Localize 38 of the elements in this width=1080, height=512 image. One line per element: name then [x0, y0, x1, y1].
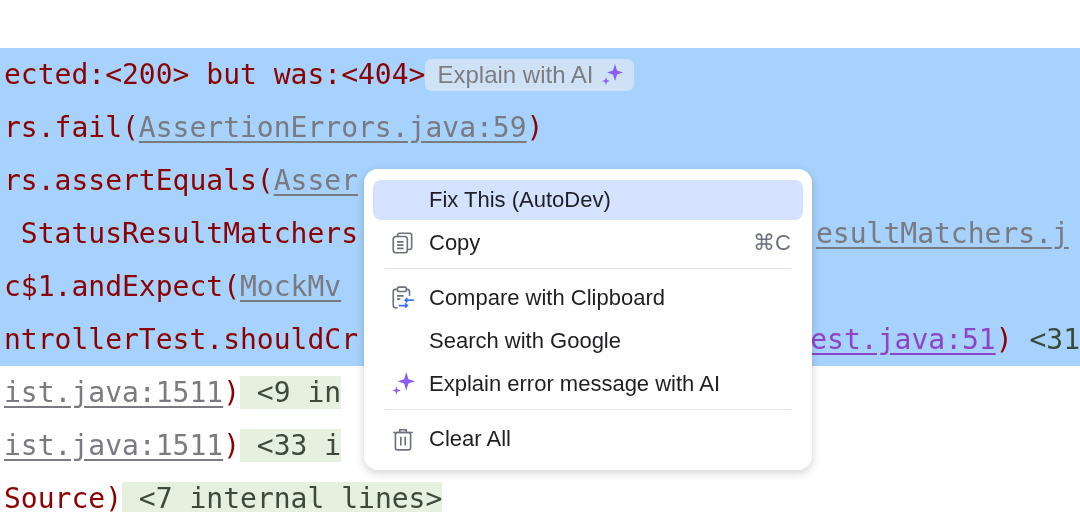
code-text: rs.assertEquals( — [4, 163, 274, 198]
file-link[interactable]: esultMatchers.j — [816, 216, 1069, 251]
folded-lines-label: <9 in — [240, 375, 342, 410]
sparkle-icon — [389, 371, 416, 397]
menu-item[interactable]: Compare with Clipboard — [373, 278, 803, 318]
explain-with-ai-button[interactable]: Explain with AI — [425, 58, 634, 91]
clipboard-compare-icon — [389, 285, 416, 311]
code-text: <31 — [1028, 322, 1080, 357]
menu-item-label: Fix This (AutoDev) — [429, 187, 612, 213]
menu-item[interactable]: Search with Google — [373, 321, 803, 361]
menu-item-label: Compare with Clipboard — [429, 285, 666, 311]
file-link[interactable]: MockMv — [240, 269, 342, 304]
code-text: ) — [223, 375, 240, 410]
code-text: ) — [526, 110, 544, 145]
code-text: c$1.andExpect( — [4, 269, 240, 304]
menu-item-label: Explain error message with AI — [429, 371, 722, 397]
folded-lines-label: <7 internal lines> — [122, 481, 443, 512]
file-link[interactable]: ist.java:1511 — [4, 375, 224, 410]
folded-lines-label: <33 i — [240, 428, 342, 463]
shortcut-label: ⌘C — [753, 230, 792, 256]
code-text: ) — [995, 322, 1013, 357]
menu-item[interactable]: Fix This (AutoDev) — [373, 180, 803, 220]
menu-item[interactable]: Clear All — [373, 419, 803, 459]
code-text: rs.fail( — [4, 110, 139, 145]
menu-item[interactable]: Copy ⌘C — [373, 223, 803, 263]
file-link[interactable]: ist.java:1511 — [4, 428, 224, 463]
code-text: ntrollerTest.shouldCr — [4, 322, 358, 357]
menu-item[interactable]: Explain error message with AI — [373, 364, 803, 404]
file-link[interactable]: est.java:51 — [810, 322, 996, 357]
file-link[interactable]: Asser — [273, 163, 358, 198]
file-link[interactable]: AssertionErrors.java:59 — [138, 110, 527, 145]
code-text: ) — [223, 428, 240, 463]
menu-item-label: Search with Google — [429, 328, 622, 354]
code-text: ected:<200> but was:<404> — [4, 57, 426, 92]
menu-item-label: Copy — [429, 230, 482, 256]
code-text: Source) — [4, 481, 122, 512]
code-text: StatusResultMatchers — [19, 216, 358, 251]
menu-item-label: Clear All — [429, 426, 512, 452]
